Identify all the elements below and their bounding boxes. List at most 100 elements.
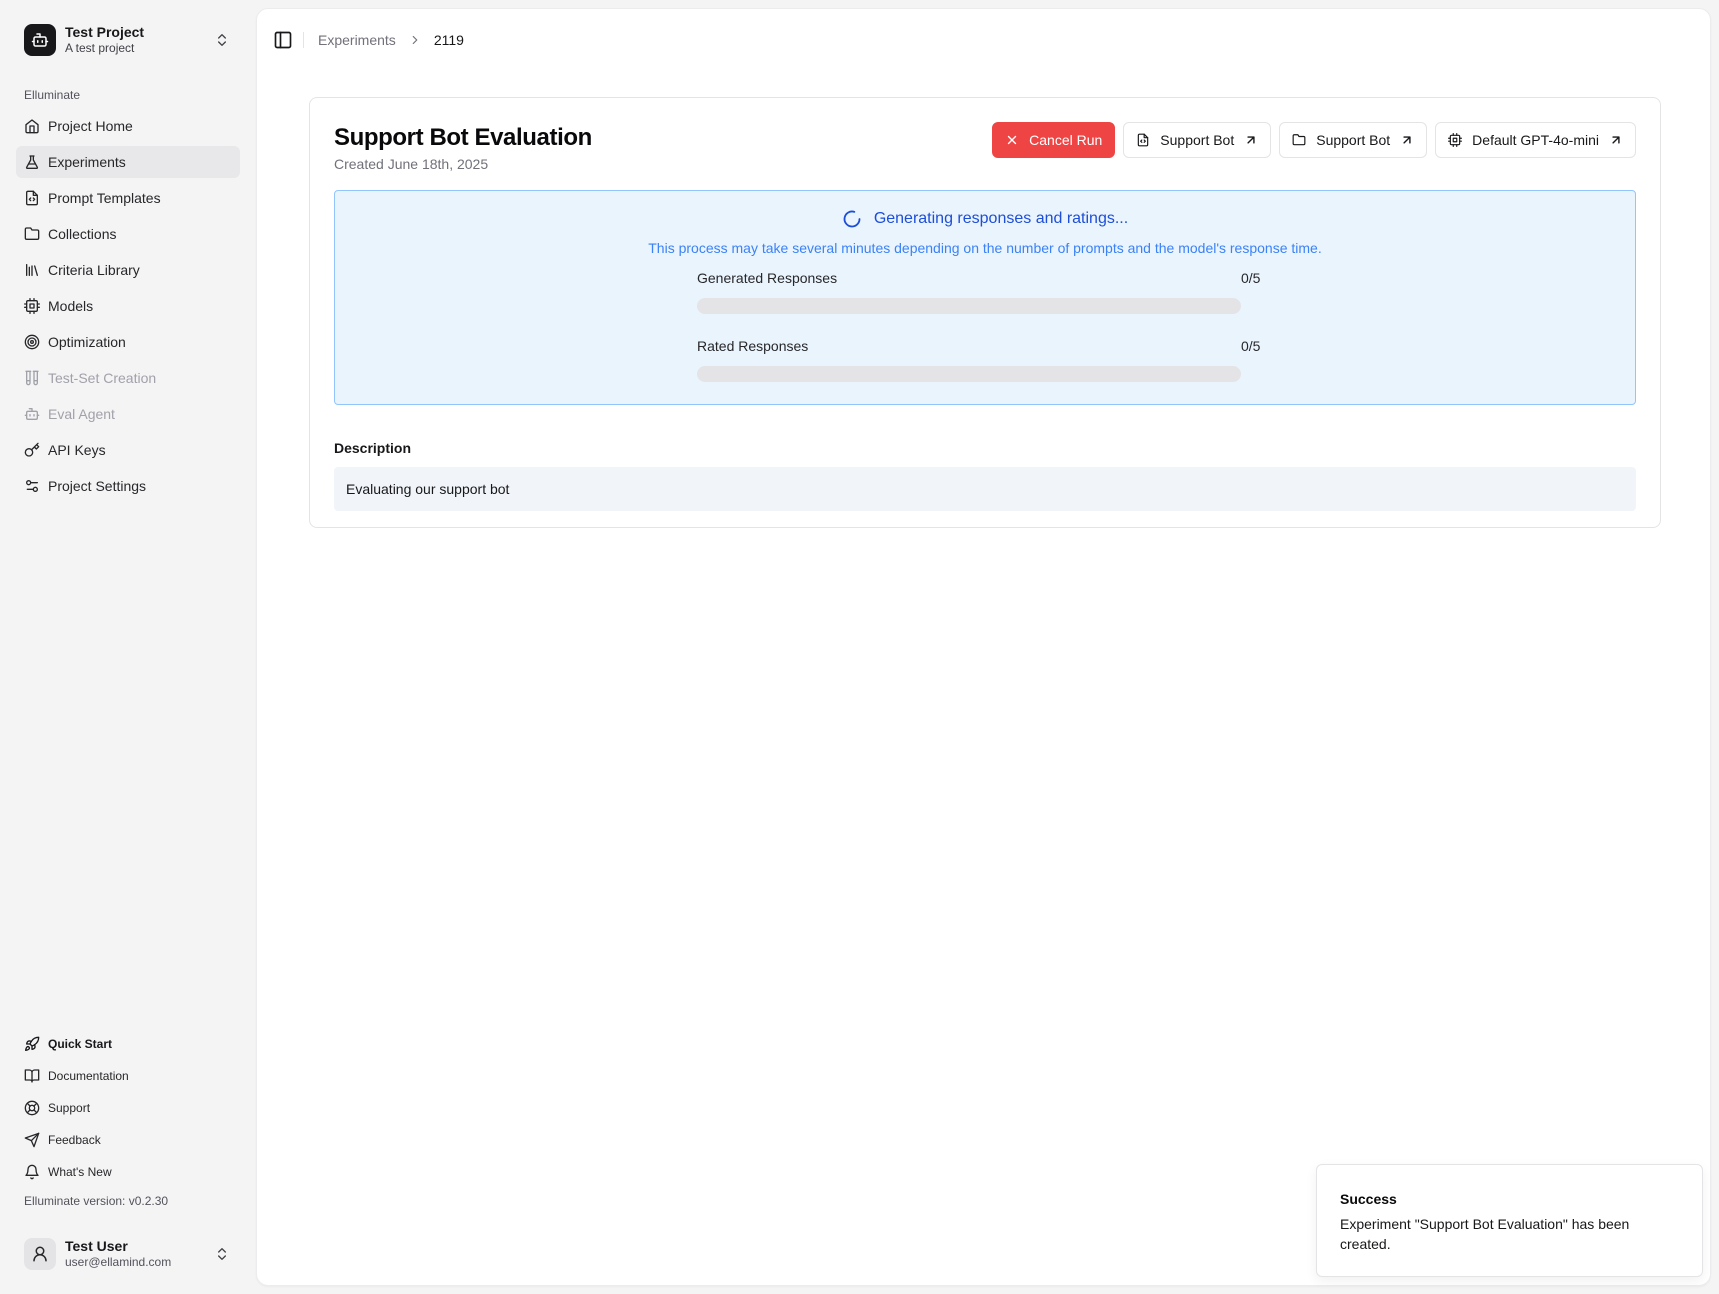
model-label: Default GPT-4o-mini <box>1472 132 1599 148</box>
progress-panel: Generating responses and ratings... This… <box>334 190 1636 405</box>
bot-icon <box>24 408 40 420</box>
sliders-icon <box>25 480 38 492</box>
cancel-run-button[interactable]: Cancel Run <box>992 122 1116 158</box>
sidebar-item-project-settings[interactable]: Project Settings <box>16 470 240 502</box>
sidebar-bottom-nav: Quick Start Documentation Support Feedba… <box>16 1030 240 1190</box>
rated-responses-metric: Rated Responses 0/5 <box>697 338 1277 382</box>
sidebar-item-label: Experiments <box>48 154 126 170</box>
sidebar-item-label: Prompt Templates <box>48 190 161 206</box>
sidebar-toggle-button[interactable] <box>271 28 295 52</box>
sidebar-nav: Project Home Experiments Prompt Template… <box>16 110 240 506</box>
cancel-run-label: Cancel Run <box>1029 132 1103 148</box>
flask-icon <box>25 155 39 169</box>
support-link[interactable]: Support <box>16 1094 240 1122</box>
x-icon <box>1007 135 1017 145</box>
sidebar-item-label: Criteria Library <box>48 262 140 278</box>
target-icon <box>24 334 40 350</box>
chevron-right-icon <box>412 35 418 45</box>
home-icon <box>25 119 39 134</box>
generated-responses-progress-bar <box>697 298 1241 314</box>
experiment-card: Support Bot Evaluation Created June 18th… <box>309 97 1661 528</box>
progress-note: This process may take several minutes de… <box>648 240 1322 256</box>
life-buoy-icon <box>24 1100 40 1116</box>
sidebar-item-models[interactable]: Models <box>16 290 240 322</box>
documentation-label: Documentation <box>48 1069 129 1083</box>
project-subtitle: A test project <box>65 41 135 56</box>
file-code-icon <box>26 190 38 206</box>
sidebar-item-api-keys[interactable]: API Keys <box>16 434 240 466</box>
sidebar-item-label: Test-Set Creation <box>48 370 157 386</box>
sidebar-item-label: API Keys <box>48 442 106 458</box>
version-text: Elluminate version: v0.2.30 <box>24 1194 169 1208</box>
generated-responses-label: Generated Responses <box>697 270 838 286</box>
user-name: Test User <box>65 1237 128 1254</box>
model-link-button[interactable]: Default GPT-4o-mini <box>1435 122 1636 158</box>
main-panel: Experiments 2119 Support Bot Evaluation … <box>256 8 1711 1286</box>
rated-responses-count: 0/5 <box>1241 338 1261 354</box>
breadcrumb-current: 2119 <box>433 32 464 48</box>
cpu-icon <box>1448 133 1463 147</box>
chevrons-up-down-icon <box>218 34 226 46</box>
feedback-label: Feedback <box>48 1133 101 1147</box>
user-menu[interactable]: Test User user@ellamind.com <box>16 1230 240 1278</box>
generated-responses-count: 0/5 <box>1241 270 1261 286</box>
bell-icon <box>25 1164 39 1180</box>
user-icon <box>33 1246 47 1262</box>
library-icon <box>26 264 38 276</box>
bot-icon <box>31 33 49 47</box>
rocket-icon <box>25 1036 40 1051</box>
prompt-template-link-button[interactable]: Support Bot <box>1123 122 1272 158</box>
toast-title: Success <box>1340 1191 1397 1207</box>
key-icon <box>24 442 40 457</box>
sidebar-item-label: Project Home <box>48 118 133 134</box>
breadcrumb: Experiments 2119 <box>318 32 464 48</box>
feedback-link[interactable]: Feedback <box>16 1126 240 1154</box>
sidebar-item-label: Project Settings <box>48 478 147 494</box>
whats-new-label: What's New <box>48 1165 112 1179</box>
success-toast[interactable]: Success Experiment "Support Bot Evaluati… <box>1316 1164 1703 1277</box>
file-code-icon <box>1138 133 1149 147</box>
sidebar-group-label: Elluminate <box>24 88 81 102</box>
toast-message: Experiment "Support Bot Evaluation" has … <box>1340 1216 1630 1253</box>
topbar: Experiments 2119 <box>271 28 464 52</box>
book-icon <box>24 1069 40 1083</box>
quick-start-label: Quick Start <box>48 1037 113 1051</box>
page-title: Support Bot Evaluation <box>334 124 592 151</box>
description-text: Evaluating our support bot <box>334 467 1636 511</box>
divider <box>303 32 304 48</box>
quick-start-link[interactable]: Quick Start <box>16 1030 240 1058</box>
loader-icon <box>843 210 861 228</box>
arrow-up-right-icon <box>1612 136 1620 144</box>
documentation-link[interactable]: Documentation <box>16 1062 240 1090</box>
send-icon <box>24 1132 40 1148</box>
sidebar-item-test-set-creation[interactable]: Test-Set Creation <box>16 362 240 394</box>
sidebar-item-label: Eval Agent <box>48 406 115 422</box>
folder-icon <box>24 227 40 240</box>
project-name: Test Project <box>65 24 145 41</box>
breadcrumb-experiments-link[interactable]: Experiments <box>318 32 396 48</box>
cpu-icon <box>24 298 40 314</box>
folder-icon <box>1292 134 1306 146</box>
description-label: Description <box>334 440 412 456</box>
arrow-up-right-icon <box>1247 136 1255 144</box>
created-date: Created June 18th, 2025 <box>334 156 489 172</box>
panel-left-icon <box>274 31 292 49</box>
sidebar-item-collections[interactable]: Collections <box>16 218 240 250</box>
support-label: Support <box>48 1101 91 1115</box>
sidebar-item-label: Models <box>48 298 94 314</box>
sidebar-item-eval-agent[interactable]: Eval Agent <box>16 398 240 430</box>
project-switcher[interactable]: Test Project A test project <box>16 16 240 64</box>
sidebar-item-prompt-templates[interactable]: Prompt Templates <box>16 182 240 214</box>
collection-link-button[interactable]: Support Bot <box>1279 122 1428 158</box>
sidebar-item-criteria-library[interactable]: Criteria Library <box>16 254 240 286</box>
sidebar: Test Project A test project Elluminate P… <box>0 0 256 1294</box>
sidebar-item-experiments[interactable]: Experiments <box>16 146 240 178</box>
chevrons-up-down-icon <box>218 1248 226 1260</box>
sidebar-item-project-home[interactable]: Project Home <box>16 110 240 142</box>
whats-new-link[interactable]: What's New <box>16 1158 240 1186</box>
progress-title: Generating responses and ratings... <box>873 210 1129 227</box>
collection-label: Support Bot <box>1316 132 1391 148</box>
project-logo <box>24 24 56 56</box>
sidebar-item-optimization[interactable]: Optimization <box>16 326 240 358</box>
avatar <box>24 1238 56 1270</box>
